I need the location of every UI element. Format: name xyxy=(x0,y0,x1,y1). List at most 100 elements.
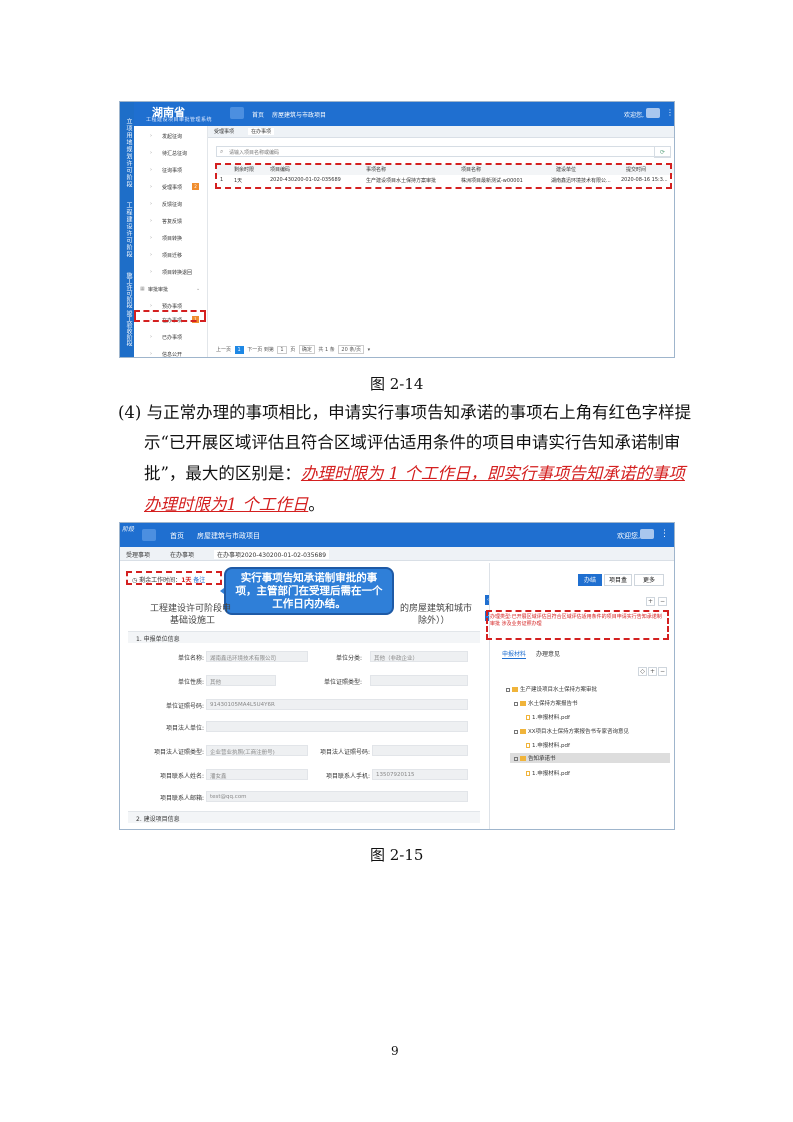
tree-node[interactable]: 1.申报材料.pdf xyxy=(526,713,570,721)
tab-bar: 受理事项 在办事项 在办事项2020-430200-01-02-035689 xyxy=(120,547,674,561)
project-box-button[interactable]: 项目盒 xyxy=(604,574,632,586)
highlight-text: 办理时限为 1 个工作日，即实行事项告知承诺的事项 xyxy=(300,464,685,483)
add-icon[interactable]: + xyxy=(646,597,655,606)
tab-accepted[interactable]: 受理事项 xyxy=(214,128,234,135)
form-title-left: 基础设施工 xyxy=(170,616,216,626)
add-icon[interactable]: + xyxy=(648,667,657,676)
chevron-right-icon: › xyxy=(150,201,152,207)
stage-label[interactable]: 竣工验收阶段 xyxy=(122,310,132,346)
tree-node[interactable]: 1.申报材料.pdf xyxy=(526,741,570,749)
section-header[interactable]: 2. 建设项目信息 xyxy=(128,811,480,823)
tab-in-progress[interactable]: 在办事项 xyxy=(248,128,275,135)
sidebar-item[interactable]: › 答复反馈 xyxy=(134,215,208,228)
expand-all-icon[interactable]: ◇ xyxy=(638,667,647,676)
nav-home[interactable]: 首页 xyxy=(252,110,264,119)
form-title-right: 的房屋建筑和城市 xyxy=(400,604,473,614)
nav-housing[interactable]: 房屋建筑与市政项目 xyxy=(272,110,326,119)
sidebar-item[interactable]: › 待汇总征询 xyxy=(134,147,208,160)
avatar[interactable] xyxy=(646,108,660,118)
sidebar-group[interactable]: ▦ 审批审批 ⌄ xyxy=(134,283,208,296)
sidebar-item[interactable]: › 反馈征询 xyxy=(134,198,208,211)
chevron-right-icon: › xyxy=(150,167,152,173)
legal-unit-field[interactable] xyxy=(206,721,468,732)
time-label: 剩余工作时间： xyxy=(139,577,182,584)
minus-icon[interactable]: − xyxy=(658,667,667,676)
tab-materials[interactable]: 申报材料 xyxy=(502,649,527,659)
menu-icon[interactable] xyxy=(230,107,244,119)
company-nature-field[interactable]: 其他 xyxy=(206,675,276,686)
caret-down-icon: ▾ xyxy=(367,347,371,353)
nav-housing[interactable]: 房屋建筑与市政项目 xyxy=(197,531,260,541)
form-title-left: 工程建设许可阶段申 xyxy=(150,604,232,614)
refresh-button[interactable]: ⟳ xyxy=(654,146,671,158)
sidebar-item[interactable]: › 受理事项 2 xyxy=(134,181,208,194)
tree-label: 1.申报材料.pdf xyxy=(532,715,570,721)
tree-node[interactable]: 1.申报材料.pdf xyxy=(526,769,570,777)
tab-item-detail[interactable]: 在办事项2020-430200-01-02-035689 xyxy=(214,550,330,559)
sidebar: › 发起征询 › 待汇总征询 › 征询事项 › 受理事项 2 › 反馈征询 › 答复反馈 › 项… xyxy=(134,126,208,357)
callout-annotation: 实行事项告知承诺制审批的事项，主管部门在受理后需在一个工作日内办结。 xyxy=(224,567,394,615)
menu-icon[interactable] xyxy=(142,529,156,541)
sidebar-item[interactable]: › 项目转换退回 xyxy=(134,266,208,279)
stage-label[interactable]: 施工许可阶段 xyxy=(122,272,132,308)
minus-icon[interactable]: − xyxy=(658,597,667,606)
field-label: 项目法人证照类型: xyxy=(153,749,204,756)
contact-name-field[interactable]: 潘女鑫 xyxy=(206,769,308,780)
screenshot-item-detail: 阶段 首页 房屋建筑与市政项目 欢迎您, ⋮ 受理事项 在办事项 在办事项202… xyxy=(119,522,675,830)
paragraph-line: 示“已开展区域评估且符合区域评估适用条件的项目申请实行告知承诺制审 xyxy=(144,433,681,452)
highlight-box xyxy=(215,163,672,189)
tab-in-progress[interactable]: 在办事项 xyxy=(170,550,194,559)
legal-license-type-field[interactable]: 企业营业执照(工商注册号) xyxy=(206,745,308,756)
company-type-field[interactable]: 其他（非政企业） xyxy=(370,651,468,662)
legal-license-number-field[interactable] xyxy=(372,745,468,756)
prev-page-button[interactable]: 上一页 xyxy=(216,347,231,353)
chevron-right-icon: › xyxy=(150,235,152,241)
more-icon[interactable]: ⋮ xyxy=(660,529,669,539)
tree-label: 1.申报材料.pdf xyxy=(532,743,570,749)
stage-label[interactable]: 立项用地规划许可阶段 xyxy=(122,118,132,188)
more-icon[interactable]: ⋮ xyxy=(666,108,674,117)
field-label: 单位性质: xyxy=(177,679,204,686)
sidebar-item[interactable]: › 项目迁移 xyxy=(134,249,208,262)
note-link[interactable]: 备注 xyxy=(193,577,205,584)
tree-label: XX项目水土保持方案报告书专家咨询意见 xyxy=(528,729,630,735)
chevron-down-icon: ⌄ xyxy=(196,286,201,292)
page-number: 9 xyxy=(391,1044,399,1058)
license-number-field[interactable]: 91430105MA4L5U4Y6R xyxy=(206,699,468,710)
sidebar-item[interactable]: › 发起征询 xyxy=(134,130,208,143)
sidebar-item[interactable]: › 征询事项 xyxy=(134,164,208,177)
sidebar-item[interactable]: › 已办事项 xyxy=(134,331,208,344)
figure-caption: 图 2-15 xyxy=(370,846,424,864)
tree-node-selected[interactable]: 告知承诺书 xyxy=(510,753,670,763)
contact-email-field[interactable]: test@qq.com xyxy=(206,791,468,802)
total-count: 共 1 条 xyxy=(318,347,335,353)
sidebar-item-label: 发起征询 xyxy=(162,134,183,140)
screenshot-pending-list: 立项用地规划许可阶段 工程建设许可阶段 施工许可阶段 竣工验收阶段 湖南省 工程… xyxy=(119,101,675,358)
sidebar-item[interactable]: › 信息公开 xyxy=(134,348,208,357)
page-size-select[interactable]: 20 条/页 xyxy=(338,345,365,354)
welcome-text: 欢迎您, xyxy=(617,532,641,540)
goto-page-input[interactable]: 1 xyxy=(277,346,287,354)
logo-title: 阶段 xyxy=(122,526,135,533)
more-button[interactable]: 更多 xyxy=(634,574,664,586)
complete-button[interactable]: 办结 xyxy=(578,574,602,586)
search-input[interactable]: ⌕ 请输入项目名称或编码 xyxy=(216,146,671,157)
nav-home[interactable]: 首页 xyxy=(170,531,184,541)
avatar[interactable] xyxy=(640,529,654,539)
tree-node[interactable]: 生产建设项目水土保持方案审批 xyxy=(506,685,597,693)
section-header[interactable]: 1. 申报单位信息 xyxy=(128,631,480,643)
stage-label[interactable]: 工程建设许可阶段 xyxy=(122,202,132,258)
tree-node[interactable]: XX项目水土保持方案报告书专家咨询意见 xyxy=(514,727,629,735)
tree-node[interactable]: 水土保持方案报告书 xyxy=(514,699,578,707)
contact-phone-field[interactable]: 13507920115 xyxy=(372,769,468,780)
sidebar-item[interactable]: › 项目转换 xyxy=(134,232,208,245)
license-type-field[interactable] xyxy=(370,675,468,686)
tree-label: 水土保持方案报告书 xyxy=(528,701,578,707)
next-page-button[interactable]: 下一页 xyxy=(247,347,262,353)
page-number-button[interactable]: 1 xyxy=(234,346,244,354)
company-name-field[interactable]: 湖南鑫迅环境技术有限公司 xyxy=(206,651,308,662)
confirm-button[interactable]: 确定 xyxy=(298,345,315,354)
tab-opinions[interactable]: 办理意见 xyxy=(536,649,560,658)
chevron-right-icon: › xyxy=(150,133,152,139)
tab-accepted[interactable]: 受理事项 xyxy=(126,550,150,559)
